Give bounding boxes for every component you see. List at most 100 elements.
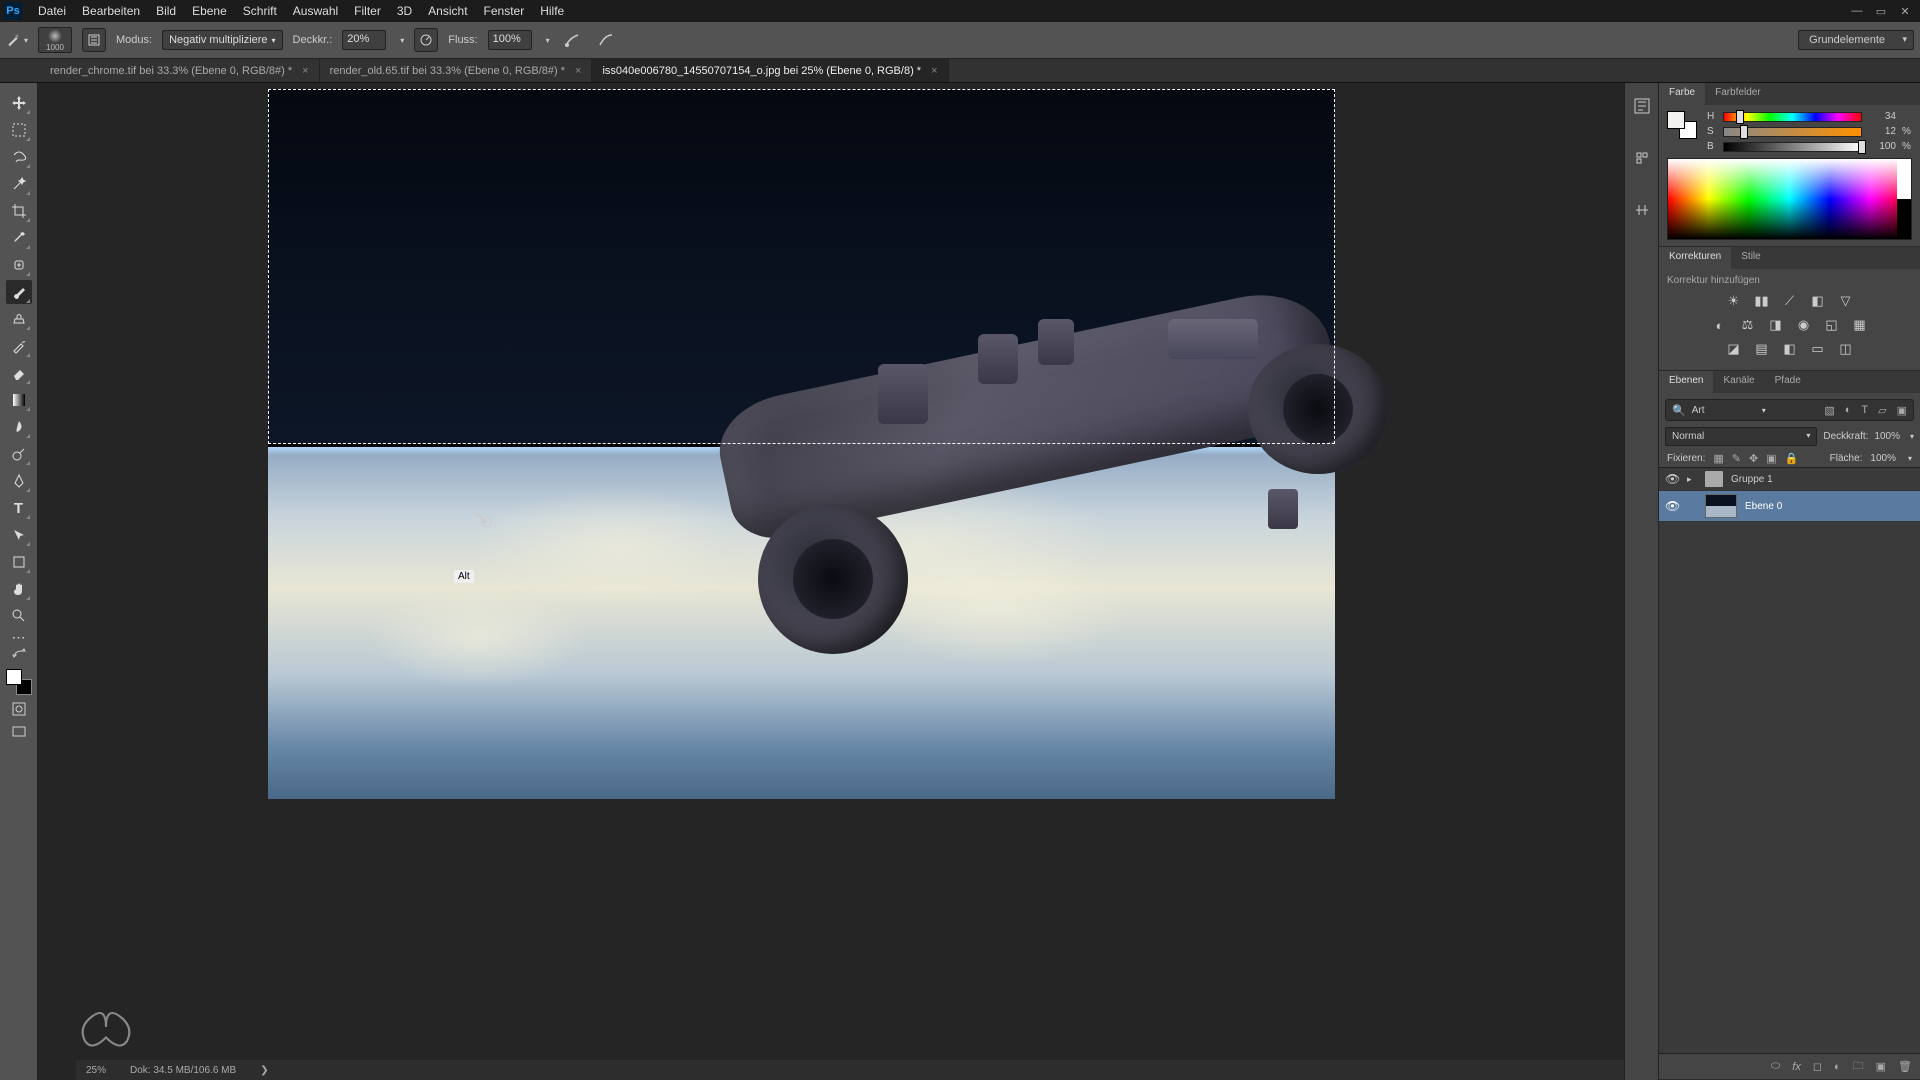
adj-gradientmap-icon[interactable]: ▭ (1808, 340, 1828, 358)
sat-value[interactable]: 12 (1868, 126, 1896, 137)
adj-channelmixer-icon[interactable]: ◱ (1822, 316, 1842, 334)
menu-hilfe[interactable]: Hilfe (532, 1, 572, 21)
document-tab[interactable]: iss040e006780_14550707154_o.jpg bei 25% … (592, 59, 948, 82)
layer-blend-mode[interactable]: Normal▾ (1665, 427, 1817, 446)
lock-transparency-icon[interactable]: ▦ (1713, 452, 1723, 465)
layer-thumbnail[interactable] (1705, 494, 1737, 518)
filter-pixel-icon[interactable]: ▧ (1824, 404, 1834, 417)
zoom-tool[interactable] (6, 604, 32, 628)
swap-colors-icon[interactable] (6, 646, 32, 660)
gradient-tool[interactable] (6, 388, 32, 412)
blur-tool[interactable] (6, 415, 32, 439)
menu-bearbeiten[interactable]: Bearbeiten (74, 1, 148, 21)
menu-filter[interactable]: Filter (346, 1, 389, 21)
sat-slider[interactable] (1723, 127, 1862, 137)
brush-tool[interactable] (6, 280, 32, 304)
layer-row-group[interactable]: 👁 ▸ Gruppe 1 (1659, 468, 1920, 491)
menu-datei[interactable]: Datei (30, 1, 74, 21)
tab-farbe[interactable]: Farbe (1659, 83, 1705, 105)
tab-pfade[interactable]: Pfade (1765, 371, 1811, 393)
hue-slider[interactable] (1723, 112, 1862, 122)
adj-selectivecolor-icon[interactable]: ◫ (1836, 340, 1856, 358)
hue-value[interactable]: 34 (1868, 111, 1896, 122)
adj-bw-icon[interactable]: ◨ (1766, 316, 1786, 334)
adj-vibrance-icon[interactable]: ▽ (1836, 292, 1856, 310)
layer-name[interactable]: Gruppe 1 (1731, 474, 1773, 485)
eraser-tool[interactable] (6, 361, 32, 385)
tab-ebenen[interactable]: Ebenen (1659, 371, 1713, 393)
adj-brightness-icon[interactable]: ☀ (1724, 292, 1744, 310)
tab-farbfelder[interactable]: Farbfelder (1705, 83, 1771, 105)
expand-group-icon[interactable]: ▸ (1687, 474, 1697, 485)
marquee-tool[interactable] (6, 118, 32, 142)
tab-stile[interactable]: Stile (1731, 247, 1770, 269)
maximize-button[interactable]: ▭ (1870, 3, 1892, 19)
menu-bild[interactable]: Bild (148, 1, 184, 21)
eyedropper-tool[interactable] (6, 226, 32, 250)
lasso-tool[interactable] (6, 145, 32, 169)
adjustment-layer-icon[interactable]: ◐ (1834, 1061, 1841, 1073)
character-panel-icon[interactable] (1631, 199, 1653, 221)
healing-brush-tool[interactable] (6, 253, 32, 277)
layer-row[interactable]: 👁 Ebene 0 (1659, 491, 1920, 522)
filter-adjust-icon[interactable]: ◐ (1845, 404, 1852, 417)
layer-opacity-value[interactable]: 100% (1874, 431, 1900, 442)
filter-type-icon[interactable]: T (1861, 404, 1868, 417)
adj-photofilter-icon[interactable]: ◉ (1794, 316, 1814, 334)
color-swatches[interactable] (6, 669, 32, 695)
close-tab-icon[interactable]: × (575, 65, 581, 77)
tool-preset-button[interactable]: ▾ (6, 29, 28, 51)
dodge-tool[interactable] (6, 442, 32, 466)
adj-colorbalance-icon[interactable]: ⚖ (1738, 316, 1758, 334)
close-tab-icon[interactable]: × (931, 65, 937, 77)
lock-artboard-icon[interactable]: ▣ (1766, 452, 1776, 465)
tab-korrekturen[interactable]: Korrekturen (1659, 247, 1731, 269)
status-arrow-icon[interactable]: ❯ (260, 1065, 268, 1076)
adj-colorlookup-icon[interactable]: ▦ (1850, 316, 1870, 334)
history-panel-icon[interactable] (1631, 95, 1653, 117)
visibility-toggle[interactable]: 👁 (1665, 499, 1679, 513)
color-ramp[interactable] (1667, 158, 1912, 240)
adj-hue-icon[interactable]: ◐ (1710, 316, 1730, 334)
menu-auswahl[interactable]: Auswahl (285, 1, 346, 21)
document-canvas[interactable] (268, 89, 1335, 799)
blend-mode-select[interactable]: Negativ multipliziere▾ (162, 30, 282, 50)
lock-pixels-icon[interactable]: ✎ (1732, 452, 1741, 465)
adj-curves-icon[interactable]: ⟋ (1780, 292, 1800, 310)
adj-levels-icon[interactable]: ▮▮ (1752, 292, 1772, 310)
filter-shape-icon[interactable]: ▱ (1878, 404, 1886, 417)
delete-layer-icon[interactable]: 🗑 (1898, 1060, 1912, 1073)
layer-mask-icon[interactable]: ◻ (1813, 1060, 1822, 1073)
layer-filter-bar[interactable]: 🔍 Art▾ ▧ ◐ T ▱ ▣ (1665, 399, 1914, 421)
adj-exposure-icon[interactable]: ◧ (1808, 292, 1828, 310)
adj-posterize-icon[interactable]: ▤ (1752, 340, 1772, 358)
menu-schrift[interactable]: Schrift (235, 1, 285, 21)
lock-all-icon[interactable]: 🔒 (1785, 452, 1799, 465)
menu-fenster[interactable]: Fenster (476, 1, 533, 21)
menu-3d[interactable]: 3D (389, 1, 420, 21)
color-swatch-pair[interactable] (1667, 111, 1697, 139)
menu-ansicht[interactable]: Ansicht (420, 1, 475, 21)
flow-input[interactable]: 100% (488, 30, 532, 50)
pen-tool[interactable] (6, 469, 32, 493)
clone-stamp-tool[interactable] (6, 307, 32, 331)
lock-position-icon[interactable]: ✥ (1749, 452, 1758, 465)
layer-fx-icon[interactable]: fx (1792, 1061, 1801, 1073)
hand-tool[interactable] (6, 577, 32, 601)
canvas-area[interactable]: Alt 25% Dok: 34.5 MB/106.6 MB ❯ (38, 83, 1624, 1080)
adj-threshold-icon[interactable]: ◧ (1780, 340, 1800, 358)
adj-invert-icon[interactable]: ◪ (1724, 340, 1744, 358)
bri-value[interactable]: 100 (1868, 141, 1896, 152)
properties-panel-icon[interactable] (1631, 147, 1653, 169)
visibility-toggle[interactable]: 👁 (1665, 472, 1679, 486)
screen-mode-button[interactable] (9, 723, 29, 741)
fill-value[interactable]: 100% (1870, 453, 1896, 464)
quick-mask-button[interactable] (9, 700, 29, 718)
document-tab[interactable]: render_chrome.tif bei 33.3% (Ebene 0, RG… (40, 59, 320, 82)
close-tab-icon[interactable]: × (302, 65, 308, 77)
type-tool[interactable]: T (6, 496, 32, 520)
pressure-size-button[interactable] (594, 28, 618, 52)
brush-panel-toggle[interactable] (82, 28, 106, 52)
link-layers-icon[interactable]: ⬭ (1771, 1060, 1780, 1073)
new-group-icon[interactable]: 🗀 (1853, 1057, 1864, 1076)
